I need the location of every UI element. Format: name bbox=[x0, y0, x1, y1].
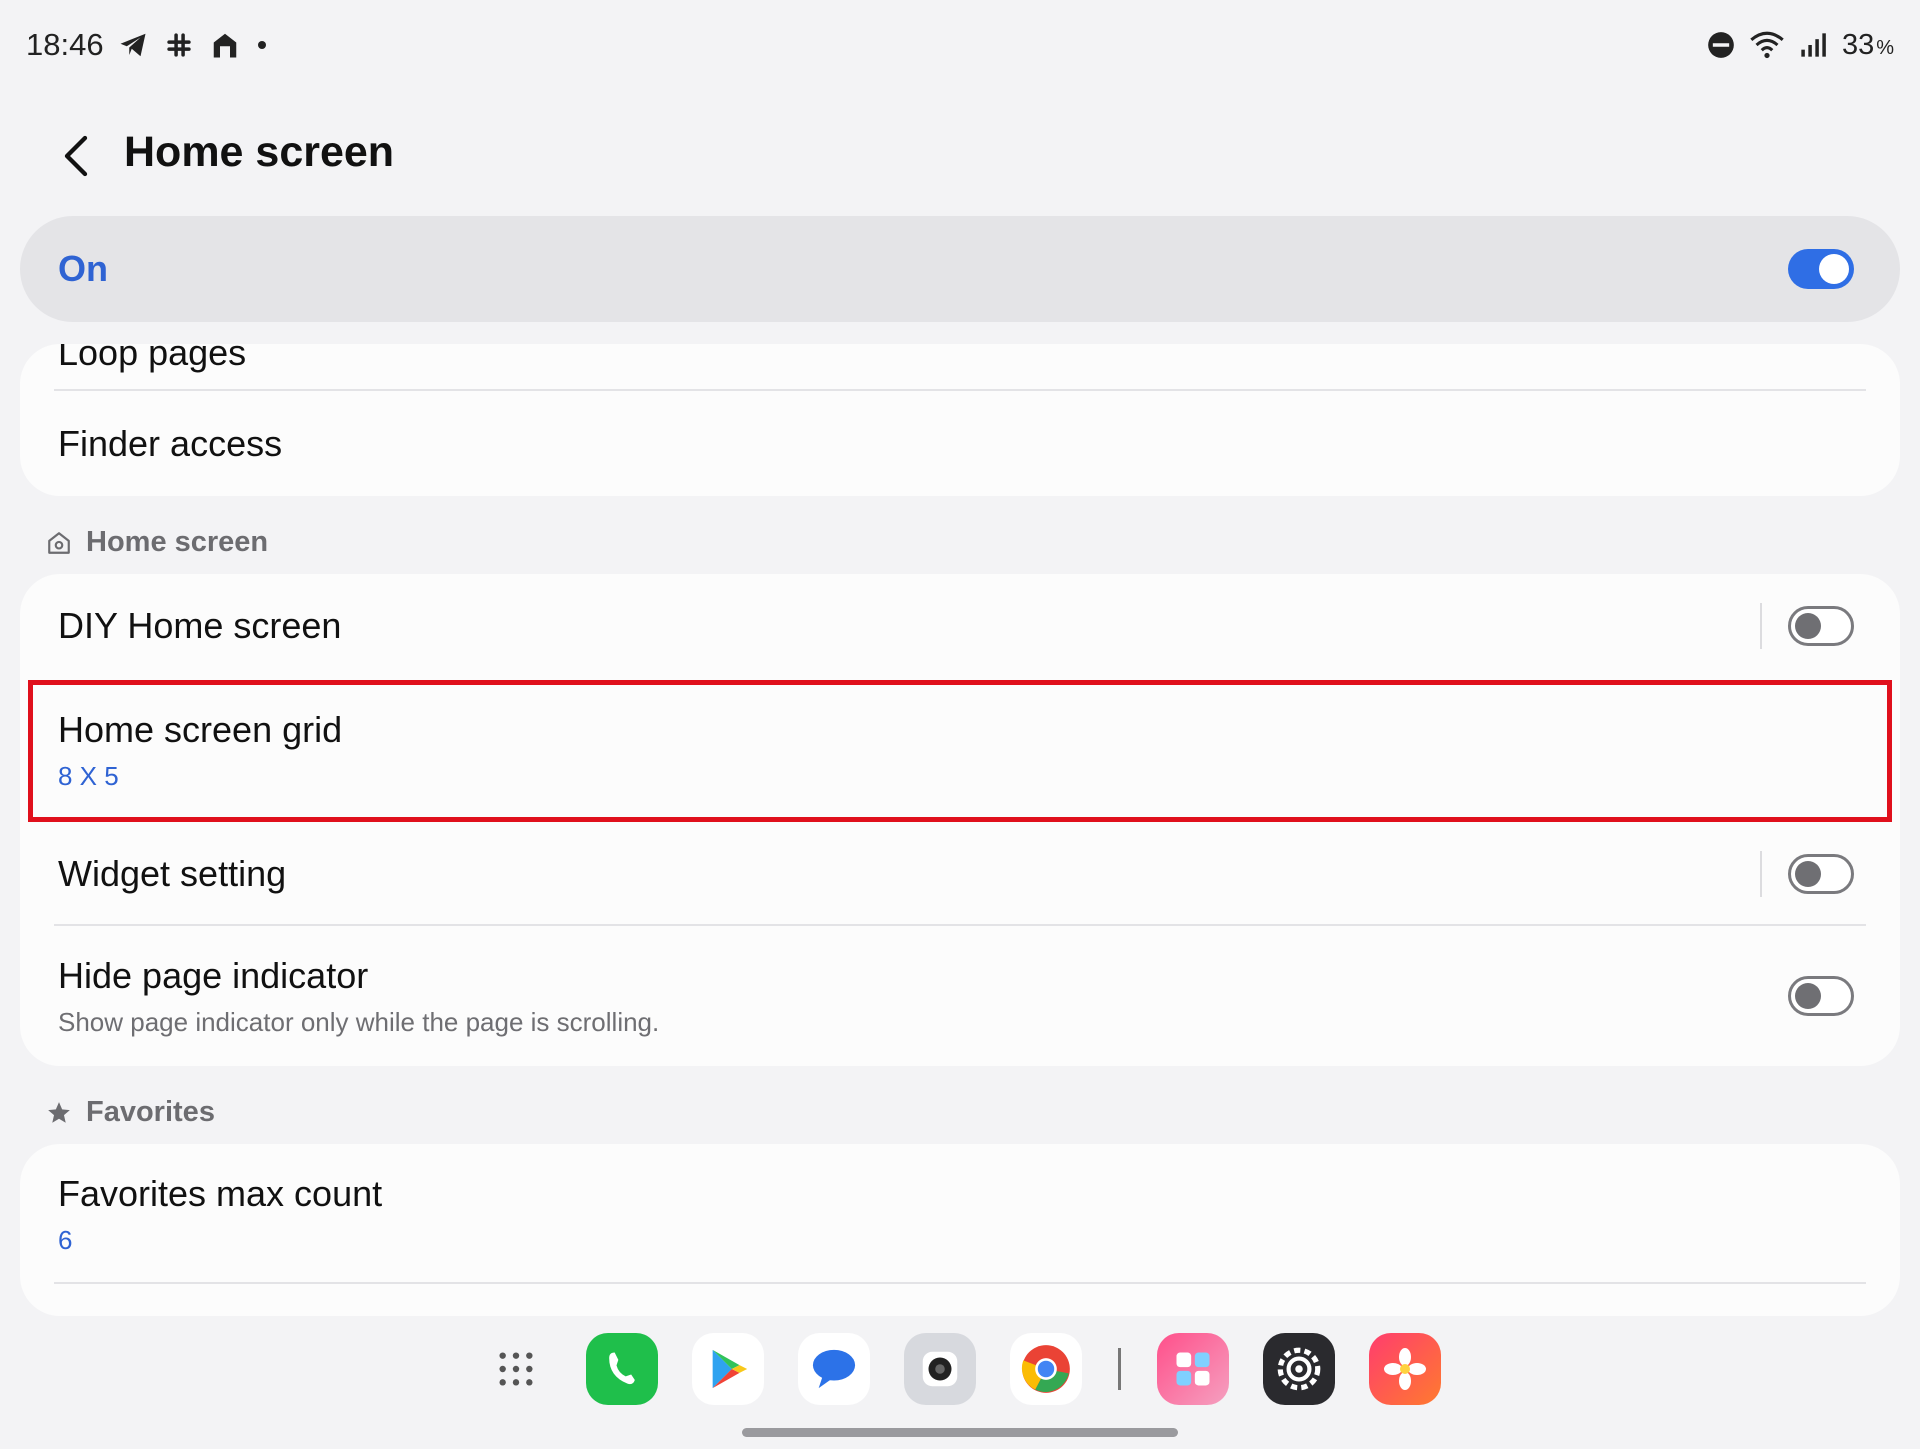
diy-home-screen-toggle[interactable] bbox=[1788, 606, 1854, 646]
loop-pages-label: Loop pages bbox=[58, 344, 247, 373]
hide-page-indicator-label: Hide page indicator bbox=[58, 954, 369, 996]
hide-page-indicator-toggle[interactable] bbox=[1788, 976, 1854, 1016]
messages-icon[interactable] bbox=[797, 1333, 870, 1405]
widget-setting-label: Widget setting bbox=[58, 853, 287, 894]
favorites-section-header: Favorites bbox=[46, 1096, 215, 1129]
battery-value: 33 bbox=[1841, 28, 1875, 61]
phone-icon[interactable] bbox=[585, 1333, 658, 1405]
row-right bbox=[1760, 851, 1854, 897]
diy-home-screen-row[interactable]: DIY Home screen bbox=[20, 574, 1900, 678]
home-screen-grid-label: Home screen grid bbox=[58, 708, 343, 750]
signal-icon bbox=[1796, 28, 1830, 62]
play-store-icon[interactable] bbox=[691, 1333, 764, 1405]
hide-page-indicator-description: Show page indicator only while the page … bbox=[58, 1006, 660, 1037]
widget-setting-toggle[interactable] bbox=[1788, 854, 1854, 894]
wifi-icon bbox=[1750, 28, 1784, 62]
home-screen-grid-row[interactable]: Home screen grid 8 X 5 bbox=[20, 678, 1900, 822]
home-app-icon bbox=[208, 28, 242, 62]
status-bar-right: 33% bbox=[1704, 28, 1894, 62]
app-bar: Home screen bbox=[0, 110, 1920, 200]
section-title: Home screen bbox=[86, 526, 269, 558]
back-arrow-icon bbox=[64, 135, 88, 177]
status-bar: 18:46 33% bbox=[0, 0, 1920, 90]
widget-setting-row[interactable]: Widget setting bbox=[20, 822, 1900, 926]
good-lock-icon[interactable] bbox=[1156, 1333, 1229, 1405]
status-time: 18:46 bbox=[26, 27, 104, 62]
hide-page-indicator-row[interactable]: Hide page indicator Show page indicator … bbox=[20, 926, 1900, 1066]
home-gesture-bar[interactable] bbox=[742, 1428, 1178, 1437]
toggle-knob bbox=[1795, 983, 1821, 1009]
toggle-knob bbox=[1795, 613, 1821, 639]
favorites-max-count-row[interactable]: Favorites max count 6 bbox=[20, 1144, 1900, 1284]
finder-access-label: Finder access bbox=[58, 422, 283, 464]
app-drawer-icon[interactable] bbox=[480, 1333, 552, 1405]
row-text: Home screen grid 8 X 5 bbox=[58, 709, 342, 792]
row-text: Hide page indicator Show page indicator … bbox=[58, 955, 659, 1038]
vertical-divider bbox=[1760, 603, 1762, 649]
diy-home-screen-label: DIY Home screen bbox=[58, 605, 342, 646]
battery-level: 33% bbox=[1842, 29, 1894, 62]
favorites-max-count-label: Favorites max count bbox=[58, 1172, 383, 1214]
dock-separator bbox=[1117, 1348, 1121, 1390]
app-dock bbox=[0, 1325, 1920, 1413]
gallery-icon[interactable] bbox=[1368, 1333, 1441, 1405]
master-toggle[interactable] bbox=[1788, 249, 1854, 289]
vertical-divider bbox=[1760, 851, 1762, 897]
home-screen-grid-value: 8 X 5 bbox=[58, 760, 119, 791]
top-settings-card: Loop pages Finder access bbox=[20, 344, 1900, 496]
telegram-icon bbox=[116, 28, 150, 62]
master-switch-bar[interactable]: On bbox=[20, 216, 1900, 322]
home-screen-card: DIY Home screen Home screen grid 8 X 5 W… bbox=[20, 574, 1900, 1066]
divider bbox=[54, 1282, 1866, 1284]
page-title: Home screen bbox=[124, 128, 395, 176]
row-text: Favorites max count 6 bbox=[58, 1173, 382, 1256]
battery-unit: % bbox=[1876, 36, 1894, 59]
section-title: Favorites bbox=[86, 1096, 215, 1128]
home-settings-icon bbox=[48, 531, 70, 554]
slack-icon bbox=[162, 28, 196, 62]
home-screen-section-header: Home screen bbox=[46, 526, 268, 559]
back-button[interactable] bbox=[48, 128, 104, 184]
favorites-max-count-value: 6 bbox=[58, 1224, 73, 1255]
more-notifications-dot-icon bbox=[257, 41, 266, 49]
camera-icon[interactable] bbox=[903, 1333, 976, 1405]
row-right bbox=[1760, 603, 1854, 649]
toggle-knob bbox=[1819, 254, 1849, 284]
loop-pages-row[interactable]: Loop pages bbox=[20, 344, 1900, 391]
favorites-card: Favorites max count 6 bbox=[20, 1144, 1900, 1316]
settings-icon[interactable] bbox=[1262, 1333, 1335, 1405]
toggle-knob bbox=[1795, 861, 1821, 887]
chrome-icon[interactable] bbox=[1009, 1333, 1082, 1405]
master-switch-label: On bbox=[58, 248, 108, 289]
do-not-disturb-icon bbox=[1704, 28, 1738, 62]
star-icon bbox=[48, 1101, 70, 1123]
status-bar-left: 18:46 bbox=[26, 27, 266, 63]
finder-access-row[interactable]: Finder access bbox=[20, 391, 1900, 496]
